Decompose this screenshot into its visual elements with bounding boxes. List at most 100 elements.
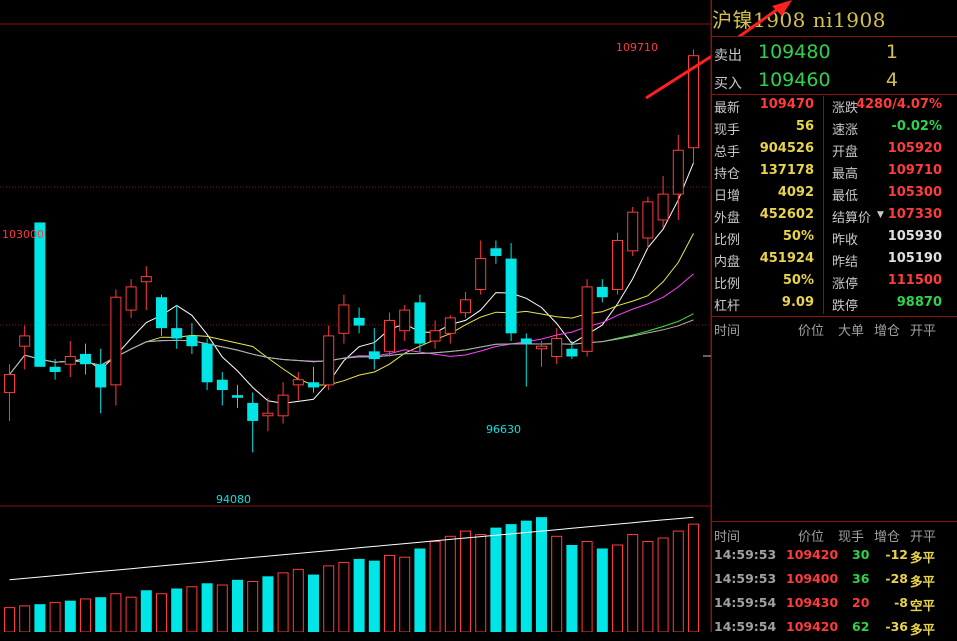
volume-bar bbox=[216, 584, 228, 632]
volume-bar bbox=[505, 524, 517, 632]
quote-label: 涨跌 bbox=[832, 101, 859, 116]
candle bbox=[338, 294, 350, 344]
candle-body bbox=[34, 222, 46, 367]
volume-bar bbox=[64, 600, 76, 632]
candle bbox=[323, 325, 335, 391]
quote-value: 50% bbox=[782, 273, 814, 288]
quote-value: 105930 bbox=[887, 229, 942, 244]
quote-value: 9.09 bbox=[781, 295, 814, 310]
volume-bar bbox=[475, 534, 487, 632]
ask-price: 109480 bbox=[758, 41, 831, 63]
quote-row: 日增 4092 最低 105300 bbox=[714, 185, 954, 207]
trades-header-time: 时间 bbox=[714, 530, 741, 545]
candle bbox=[186, 322, 198, 354]
candle-body bbox=[64, 356, 76, 365]
bigorder-header-time: 时间 bbox=[714, 324, 741, 339]
candle-body bbox=[4, 374, 15, 394]
candle bbox=[490, 240, 502, 264]
bigorder-header-oi: 增仓 bbox=[874, 324, 901, 339]
candle-body bbox=[368, 351, 380, 360]
trade-type: 多平 bbox=[910, 622, 936, 637]
volume-bar bbox=[536, 517, 547, 632]
candle bbox=[444, 315, 456, 344]
quote-label: 昨结 bbox=[832, 255, 859, 270]
quote-value: 109470 bbox=[759, 97, 814, 112]
quote-row: 内盘 451924 昨结 105190 bbox=[714, 251, 954, 273]
quote-label: 最高 bbox=[832, 167, 859, 182]
candle bbox=[657, 176, 669, 228]
candle bbox=[277, 382, 289, 424]
candle-body bbox=[171, 328, 183, 339]
dropdown-caret-icon[interactable]: ▼ bbox=[877, 210, 884, 220]
divider bbox=[712, 36, 957, 37]
quote-label: 比例 bbox=[714, 277, 741, 292]
volume-bar bbox=[490, 527, 502, 632]
quote-row: 最新 109470 涨跌 4280/4.07% bbox=[714, 97, 954, 119]
trade-type: 多平 bbox=[910, 550, 936, 565]
volume-bar bbox=[140, 590, 152, 632]
quote-value: 98870 bbox=[896, 295, 942, 310]
candle-body bbox=[672, 149, 684, 195]
trade-row: 14:59:53 109400 36 -28 多平 bbox=[714, 571, 954, 593]
volume-bar bbox=[596, 548, 608, 632]
candle-body bbox=[232, 395, 243, 398]
candle bbox=[4, 364, 15, 421]
volume-bar bbox=[110, 593, 122, 632]
candle bbox=[536, 341, 547, 367]
volume-bar bbox=[34, 604, 46, 632]
candle bbox=[110, 289, 122, 406]
candle-body bbox=[156, 297, 167, 329]
candle bbox=[520, 333, 532, 387]
candle-body bbox=[353, 317, 365, 326]
candle bbox=[140, 266, 152, 311]
candle bbox=[399, 304, 411, 342]
quote-value: 452602 bbox=[759, 207, 814, 222]
volume-bar bbox=[460, 530, 471, 632]
candle bbox=[642, 196, 654, 249]
volume-bar bbox=[262, 576, 274, 632]
candle-body bbox=[460, 299, 471, 314]
candle bbox=[201, 338, 213, 391]
volume-bar bbox=[49, 601, 61, 632]
kline-chart[interactable]: 109710 103000 94080 96630 bbox=[0, 0, 712, 632]
candle-body bbox=[247, 402, 259, 421]
candle-body bbox=[444, 317, 456, 334]
quote-value: 4092 bbox=[777, 185, 814, 200]
ask-row[interactable]: 卖出 109480 1 bbox=[714, 39, 954, 67]
candle bbox=[505, 243, 517, 342]
volume-bar bbox=[581, 541, 593, 632]
volume-bar bbox=[657, 537, 669, 632]
quote-label: 速涨 bbox=[832, 123, 859, 138]
trade-hand: 20 bbox=[852, 595, 870, 610]
trade-type: 空平 bbox=[910, 598, 936, 613]
volume-bar bbox=[80, 598, 91, 632]
trade-row: 14:59:53 109420 30 -12 多平 bbox=[714, 547, 954, 569]
candle-body bbox=[308, 382, 319, 388]
candle bbox=[95, 348, 107, 414]
trade-row: 14:59:54 109420 62 -36 多平 bbox=[714, 619, 954, 641]
candle bbox=[627, 207, 639, 256]
candle-body bbox=[19, 335, 31, 347]
bid-price: 109460 bbox=[758, 69, 831, 91]
quote-value: 137178 bbox=[759, 163, 814, 178]
low-price-label-96630: 96630 bbox=[486, 423, 521, 436]
candle bbox=[460, 292, 471, 318]
quote-label: 持仓 bbox=[714, 167, 741, 182]
candle-body bbox=[627, 211, 639, 252]
trade-type: 多平 bbox=[910, 574, 936, 589]
trades-header-hand: 现手 bbox=[838, 530, 865, 545]
quote-label: 涨停 bbox=[832, 277, 859, 292]
candle bbox=[384, 312, 395, 357]
quote-value: 50% bbox=[782, 229, 814, 244]
quote-label: 昨收 bbox=[832, 233, 859, 248]
bid-row[interactable]: 买入 109460 4 bbox=[714, 67, 954, 95]
candle-body bbox=[490, 248, 502, 256]
candle-body bbox=[216, 379, 228, 391]
candle bbox=[216, 371, 228, 406]
volume-bar bbox=[323, 565, 335, 632]
candle-body bbox=[338, 304, 350, 334]
quote-value: 105920 bbox=[887, 141, 942, 156]
bid-label: 买入 bbox=[714, 76, 742, 92]
volume-bar bbox=[688, 523, 699, 632]
candle-body bbox=[49, 366, 61, 372]
